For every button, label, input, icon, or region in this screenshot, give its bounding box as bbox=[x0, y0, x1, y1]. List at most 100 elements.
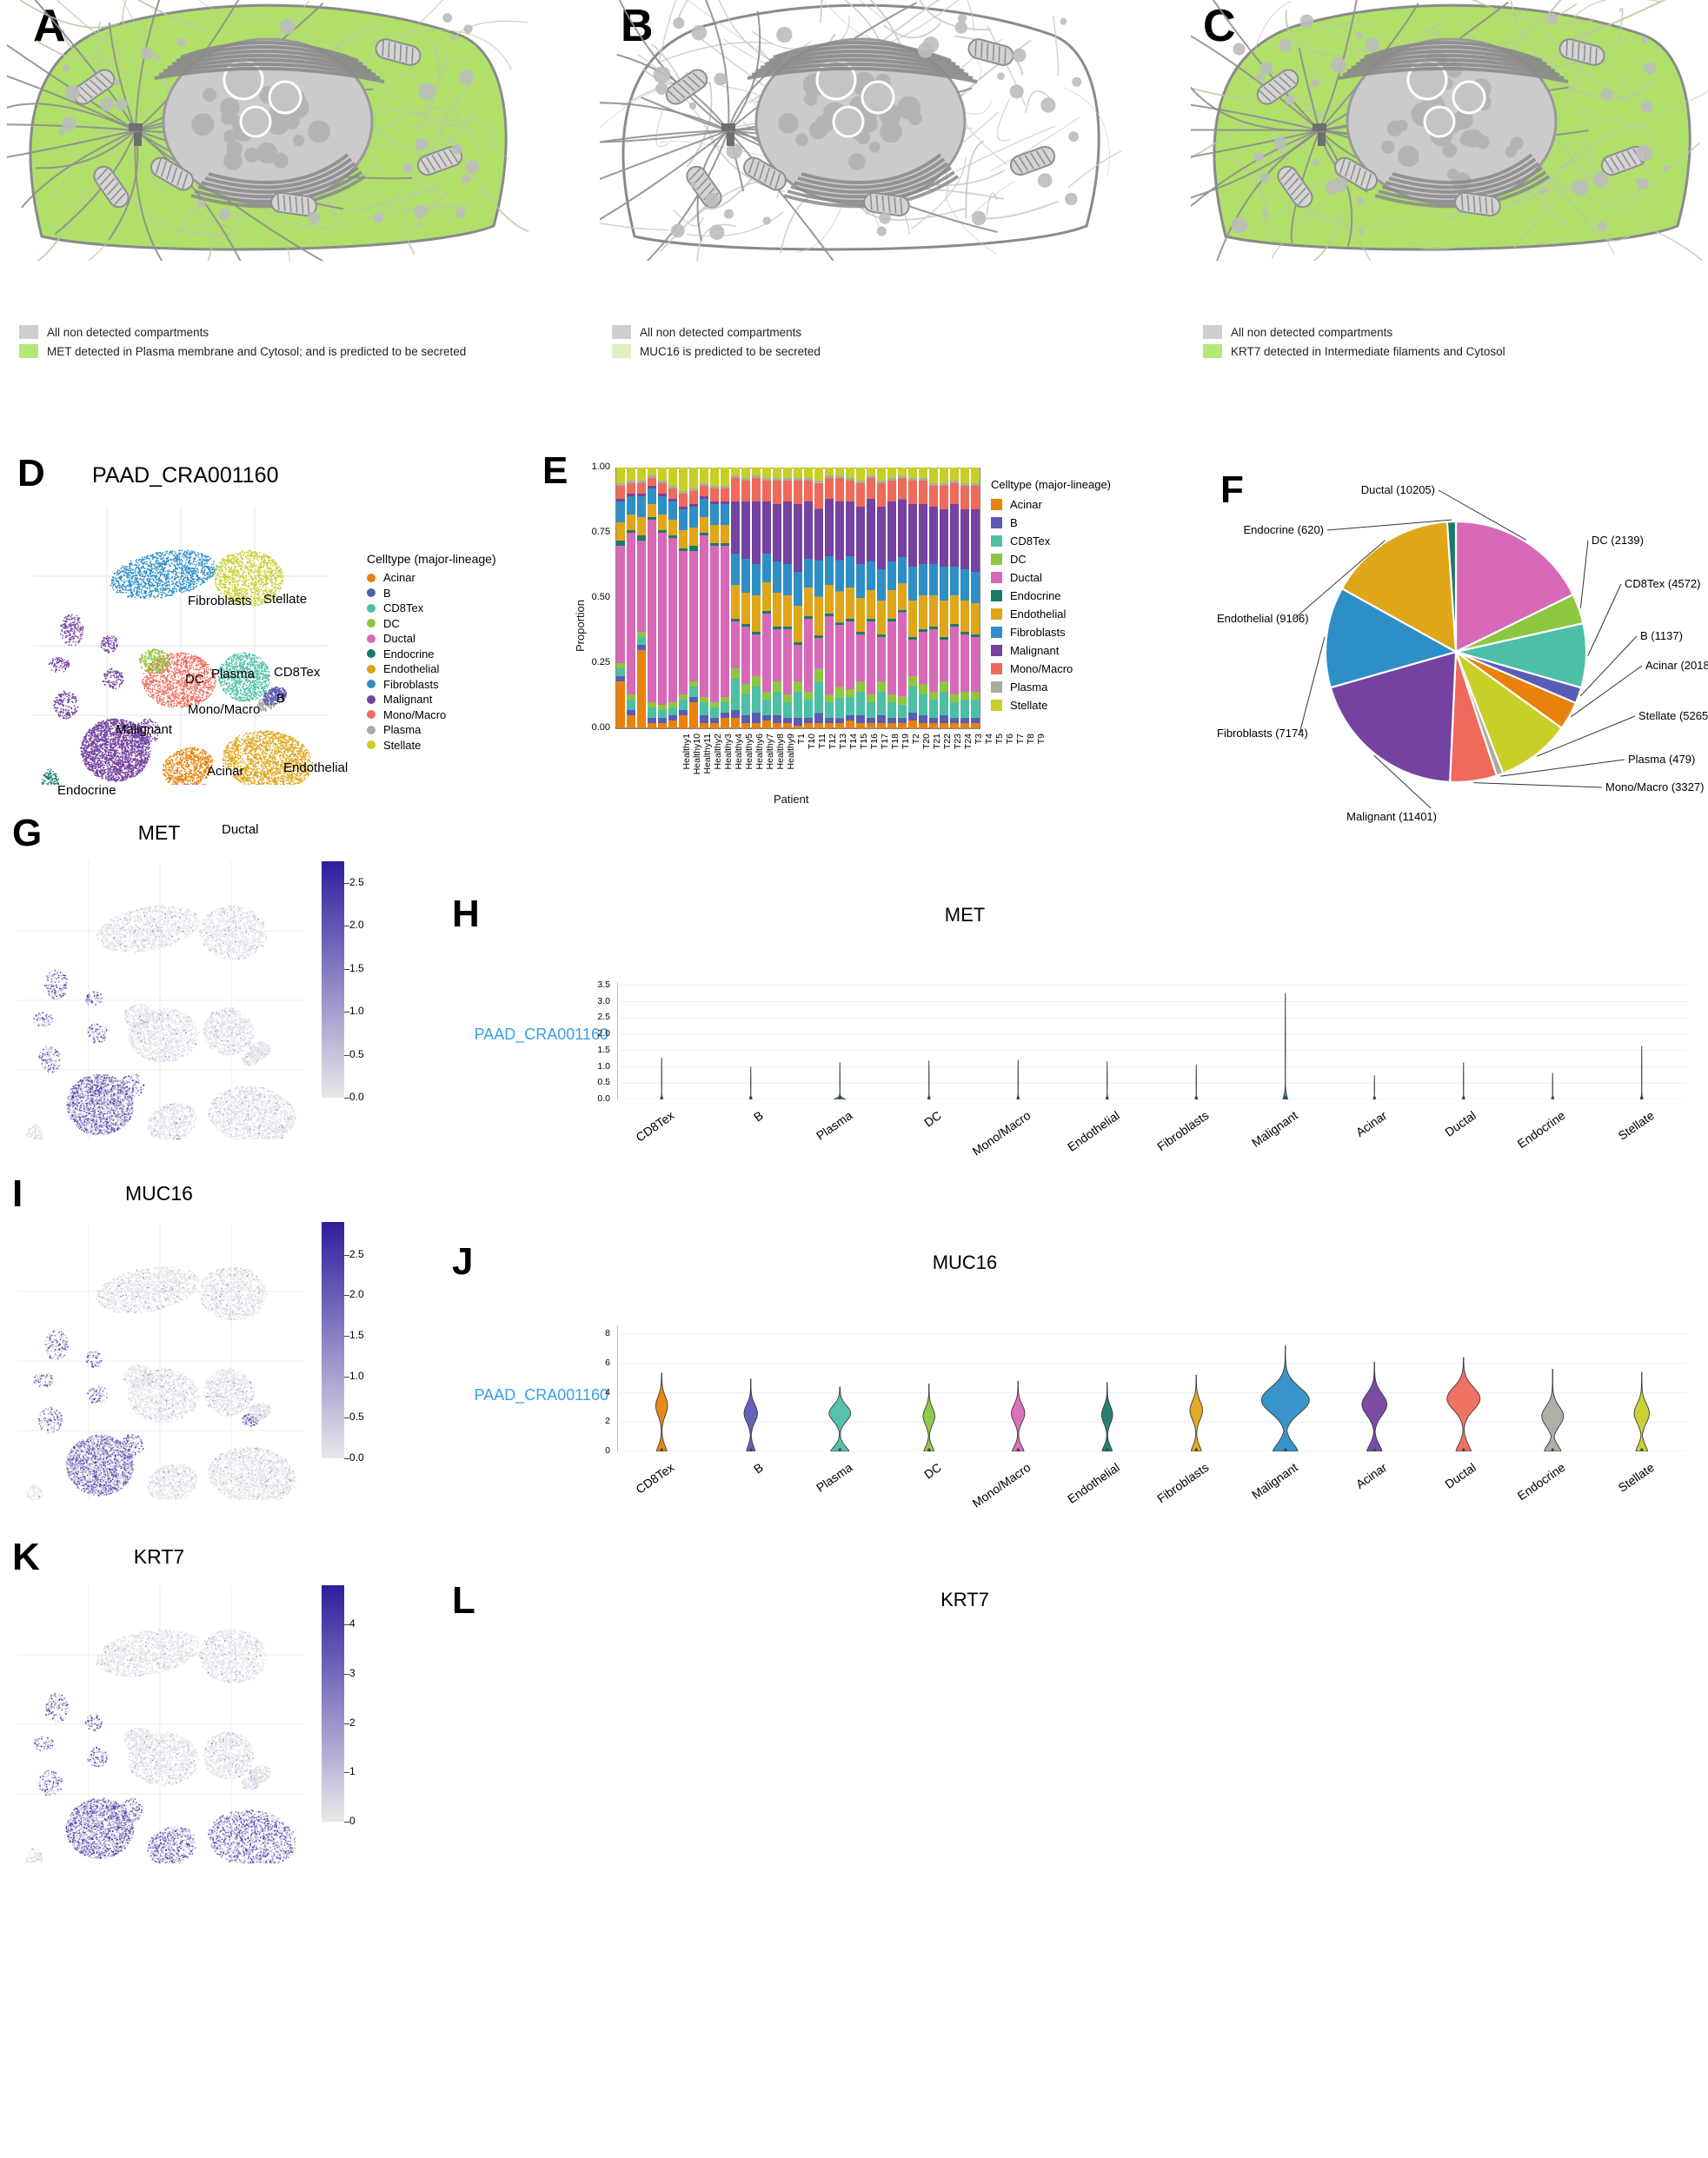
colorbar-tick-mark bbox=[344, 1336, 349, 1337]
violin-y-tick: 0.5 bbox=[556, 1077, 610, 1087]
feature-umap-svg-met[interactable] bbox=[17, 861, 304, 1139]
legend-item-stellate[interactable]: Stellate bbox=[991, 696, 1111, 714]
x-tick-label: Healthy3 bbox=[723, 734, 734, 791]
colorbar-tick-label: 2.5 bbox=[349, 1248, 364, 1260]
legend-item-plasma[interactable]: Plasma bbox=[991, 678, 1111, 696]
legend-item-acinar[interactable]: Acinar bbox=[991, 495, 1111, 514]
legend-item-ductal[interactable]: Ductal bbox=[367, 631, 496, 647]
x-tick-label: T24 bbox=[963, 734, 974, 791]
legend-item-b[interactable]: B bbox=[367, 586, 496, 601]
x-tick-label: T10 bbox=[807, 734, 817, 791]
legend-item-label: Endothelial bbox=[383, 662, 439, 675]
legend-color-swatch bbox=[991, 517, 1002, 528]
panel-h-violin: H MET PAAD_CRA001160 0.00.51.01.52.02.53… bbox=[452, 895, 1704, 1173]
legend-item-malignant[interactable]: Malignant bbox=[991, 641, 1111, 660]
colorbar-tick-mark bbox=[344, 1822, 349, 1823]
x-tick-label: T7 bbox=[1015, 734, 1026, 791]
colorbar-tick-mark bbox=[344, 1723, 349, 1724]
legend-title: Celltype (major-lineage) bbox=[991, 478, 1111, 491]
colorbar-tick-mark bbox=[344, 1255, 349, 1256]
colorbar-tick-mark bbox=[344, 1295, 349, 1296]
legend-item-cd8tex[interactable]: CD8Tex bbox=[367, 601, 496, 616]
legend-item-fibroblasts[interactable]: Fibroblasts bbox=[991, 623, 1111, 641]
legend-item-acinar[interactable]: Acinar bbox=[367, 570, 496, 586]
legend-item-malignant[interactable]: Malignant bbox=[367, 692, 496, 707]
legend-item-endocrine[interactable]: Endocrine bbox=[367, 647, 496, 662]
feature-umap-svg-muc16[interactable] bbox=[17, 1222, 304, 1500]
legend-item-ductal[interactable]: Ductal bbox=[991, 568, 1111, 587]
legend-swatch-grey bbox=[19, 325, 38, 339]
legend-item-label: CD8Tex bbox=[1010, 535, 1050, 548]
colorbar-tick-label: 1.5 bbox=[349, 1329, 364, 1341]
violin-svg-met[interactable] bbox=[617, 982, 1686, 1099]
legend-item-stellate[interactable]: Stellate bbox=[367, 738, 496, 754]
legend-color-dot bbox=[367, 726, 375, 734]
legend-item-label: Plasma bbox=[383, 723, 421, 736]
legend-item-fibroblasts[interactable]: Fibroblasts bbox=[367, 677, 496, 693]
colorbar-tick-mark bbox=[344, 1772, 349, 1773]
stacked-bar-plot[interactable] bbox=[615, 468, 980, 741]
x-tick-label: T4 bbox=[984, 734, 994, 791]
legend-item-mono-macro[interactable]: Mono/Macro bbox=[991, 660, 1111, 678]
legend-color-swatch bbox=[991, 627, 1002, 638]
legend-color-dot bbox=[367, 634, 375, 643]
violin-title-muc16: MUC16 bbox=[834, 1252, 1095, 1274]
x-axis-label: Patient bbox=[774, 793, 808, 806]
x-tick-label: T9 bbox=[1036, 734, 1047, 791]
legend-item-label: Acinar bbox=[1010, 498, 1042, 511]
colorbar-tick-label: 0 bbox=[349, 1815, 356, 1827]
panel-e-legend: Celltype (major-lineage) Acinar B CD8Tex DC… bbox=[991, 478, 1111, 714]
legend-item-b[interactable]: B bbox=[991, 514, 1111, 532]
x-tick-label: T16 bbox=[869, 734, 880, 791]
umap-plot-area[interactable] bbox=[33, 507, 329, 785]
legend-item-label: Plasma bbox=[1010, 681, 1047, 694]
legend-color-dot bbox=[367, 588, 375, 597]
pie-slice-label: CD8Tex (4572) bbox=[1625, 577, 1700, 590]
panel-g-feature-umap: G MET 0.00.51.01.52.02.5 bbox=[7, 821, 415, 1169]
x-tick-label: Healthy5 bbox=[744, 734, 754, 791]
legend-item-endothelial[interactable]: Endothelial bbox=[991, 605, 1111, 623]
legend-color-swatch bbox=[991, 499, 1002, 510]
colorbar-met bbox=[322, 861, 344, 1098]
feature-title-muc16: MUC16 bbox=[0, 1182, 363, 1205]
violin-y-tick: 8 bbox=[556, 1328, 610, 1338]
legend-item-label: Stellate bbox=[1010, 699, 1047, 712]
panel-letter-l: L bbox=[452, 1582, 475, 1620]
legend-color-dot bbox=[367, 619, 375, 627]
colorbar-tick-label: 0.5 bbox=[349, 1048, 364, 1060]
legend-swatch-green bbox=[1203, 344, 1222, 358]
umap-title: PAAD_CRA001160 bbox=[92, 463, 278, 488]
panel-f-pie-chart: F Ductal (10205)DC (2139)CD8Tex (4572)B … bbox=[1217, 461, 1704, 808]
violin-y-tick: 3.5 bbox=[556, 979, 610, 990]
violin-title-krt7: KRT7 bbox=[834, 1589, 1095, 1611]
colorbar-tick-label: 2.0 bbox=[349, 919, 364, 931]
x-tick-label: Healthy1 bbox=[681, 734, 692, 791]
legend-item-dc[interactable]: DC bbox=[991, 550, 1111, 568]
x-tick-label: T14 bbox=[848, 734, 859, 791]
x-tick-label: Healthy9 bbox=[786, 734, 796, 791]
legend-item-label: DC bbox=[383, 617, 400, 630]
legend-color-swatch bbox=[991, 590, 1002, 601]
legend-item-label: Ductal bbox=[383, 632, 415, 645]
legend-item-label: Malignant bbox=[383, 693, 432, 706]
colorbar-tick-label: 0.0 bbox=[349, 1451, 364, 1464]
violin-y-tick: 2.5 bbox=[556, 1012, 610, 1022]
legend-item-cd8tex[interactable]: CD8Tex bbox=[991, 532, 1111, 550]
feature-umap-svg-krt7[interactable] bbox=[17, 1585, 304, 1863]
legend-grey-label: All non detected compartments bbox=[640, 326, 801, 339]
legend-item-endothelial[interactable]: Endothelial bbox=[367, 661, 496, 677]
violin-y-tick: 1.5 bbox=[556, 1045, 610, 1055]
legend-item-plasma[interactable]: Plasma bbox=[367, 722, 496, 738]
legend-item-dc[interactable]: DC bbox=[367, 616, 496, 632]
legend-color-swatch bbox=[991, 663, 1002, 674]
x-tick-label: Healthy11 bbox=[702, 734, 713, 791]
violin-svg-muc16[interactable] bbox=[617, 1325, 1686, 1451]
legend-color-dot bbox=[367, 665, 375, 674]
legend-item-endocrine[interactable]: Endocrine bbox=[991, 587, 1111, 605]
violin-svg-krt7[interactable] bbox=[617, 1647, 1686, 1795]
legend-item-label: B bbox=[383, 587, 391, 600]
legend-item-label: Acinar bbox=[383, 571, 415, 584]
colorbar-tick-mark bbox=[344, 1377, 349, 1378]
legend-item-mono-macro[interactable]: Mono/Macro bbox=[367, 707, 496, 723]
colorbar-tick-label: 0.5 bbox=[349, 1411, 364, 1423]
